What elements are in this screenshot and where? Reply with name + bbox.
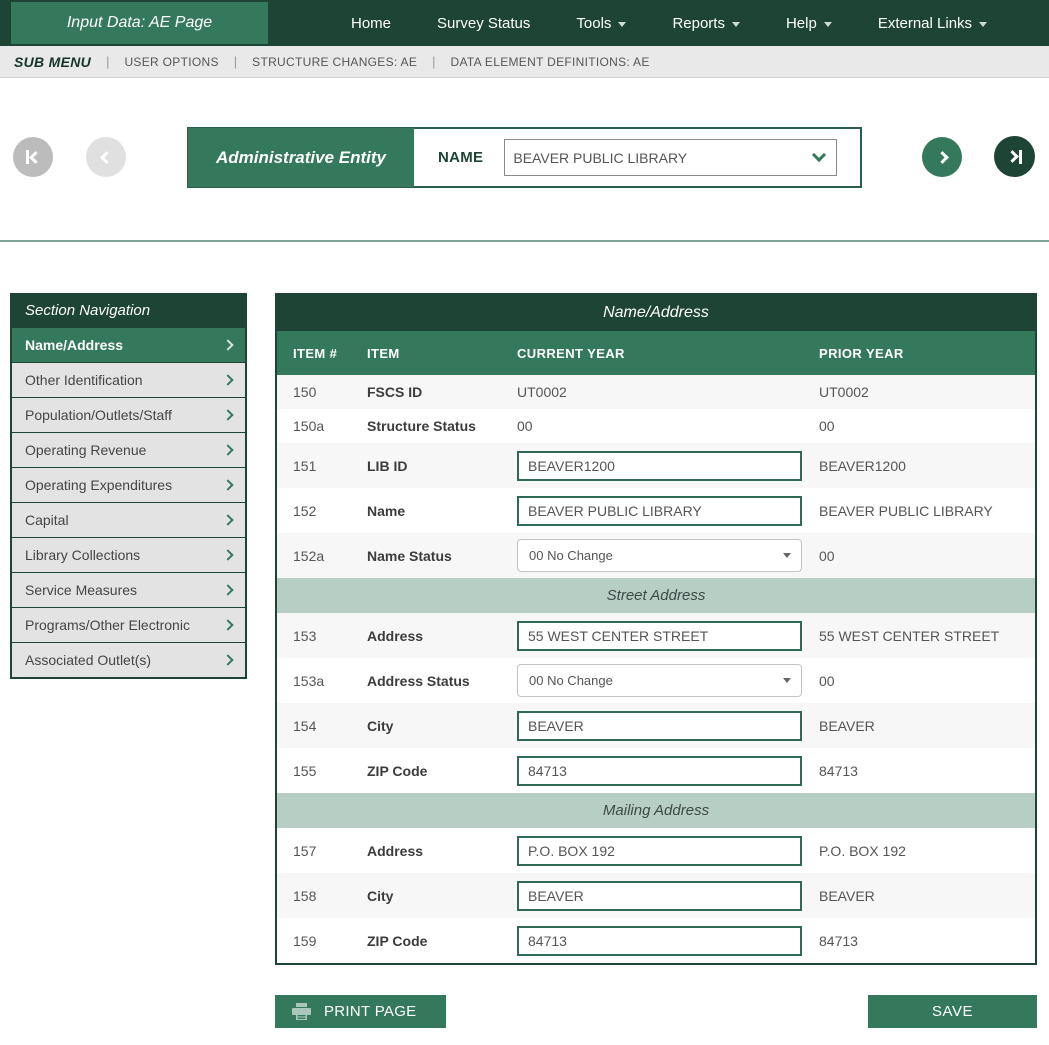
col-item-number: ITEM # [277,346,367,361]
table-row: 154 City BEAVER [277,703,1035,748]
col-current-year: CURRENT YEAR [517,346,819,361]
table-row: 150a Structure Status 00 00 [277,409,1035,443]
mailing-address-section-header: Mailing Address [277,793,1035,828]
chevron-right-icon [222,479,233,490]
printer-icon [292,1003,311,1020]
chevron-down-icon [783,678,791,683]
table-row: 159 ZIP Code 84713 [277,918,1035,963]
submenu-item-user-options[interactable]: USER OPTIONS [124,55,218,69]
next-record-button[interactable] [922,137,962,177]
separator: | [106,54,109,69]
previous-record-button[interactable] [86,137,126,177]
sidebar-item-operating-expenditures[interactable]: Operating Expenditures [12,467,245,502]
chevron-right-icon [222,549,233,560]
sidebar-item-other-identification[interactable]: Other Identification [12,362,245,397]
col-prior-year: PRIOR YEAR [819,346,1035,361]
sidebar-item-population-outlets-staff[interactable]: Population/Outlets/Staff [12,397,245,432]
separator: | [432,54,435,69]
footer-actions: PRINT PAGE SAVE [275,995,1037,1028]
mailing-city-input[interactable] [517,881,802,911]
table-row: 152a Name Status 00 No Change 00 [277,533,1035,578]
first-record-button[interactable] [13,137,53,177]
col-item: ITEM [367,346,517,361]
street-zip-input[interactable] [517,756,802,786]
section-navigation: Section Navigation Name/Address Other Id… [10,293,247,679]
chevron-right-icon [222,339,233,350]
sidebar-item-capital[interactable]: Capital [12,502,245,537]
menu-item-external-links[interactable]: External Links [855,0,1010,46]
table-row: 150 FSCS ID UT0002 UT0002 [277,375,1035,409]
sidebar-item-library-collections[interactable]: Library Collections [12,537,245,572]
last-record-button[interactable] [994,136,1035,177]
street-address-input[interactable] [517,621,802,651]
page-title: Input Data: AE Page [11,2,268,44]
table-title: Name/Address [277,295,1035,331]
name-label: NAME [438,149,483,166]
name-address-table: Name/Address ITEM # ITEM CURRENT YEAR PR… [275,293,1037,965]
table-row: 153a Address Status 00 No Change 00 [277,658,1035,703]
top-nav-bar: Input Data: AE Page Home Survey Status T… [0,0,1049,46]
sidebar-item-programs-other-electronic[interactable]: Programs/Other Electronic [12,607,245,642]
table-row: 155 ZIP Code 84713 [277,748,1035,793]
submenu-item-data-element-definitions[interactable]: DATA ELEMENT DEFINITIONS: AE [451,55,650,69]
section-navigation-title: Section Navigation [11,293,246,327]
sub-menu-bar: SUB MENU | USER OPTIONS | STRUCTURE CHAN… [0,46,1049,78]
menu-item-reports[interactable]: Reports [649,0,763,46]
chevron-right-icon [222,444,233,455]
content-area: Section Navigation Name/Address Other Id… [0,293,1049,965]
sidebar-item-associated-outlets[interactable]: Associated Outlet(s) [12,642,245,677]
chevron-right-icon [222,514,233,525]
entity-type-label: Administrative Entity [188,128,414,187]
chevron-right-icon [936,151,949,164]
chevron-down-icon [783,553,791,558]
chevron-right-icon [222,584,233,595]
table-row: 153 Address 55 WEST CENTER STREET [277,613,1035,658]
name-status-select[interactable]: 00 No Change [517,539,802,572]
menu-item-tools[interactable]: Tools [553,0,649,46]
chevron-down-icon [618,22,626,27]
chevron-right-icon [222,374,233,385]
last-record-icon [1006,150,1019,163]
save-button[interactable]: SAVE [868,995,1037,1028]
address-status-select[interactable]: 00 No Change [517,664,802,697]
chevron-down-icon [824,22,832,27]
chevron-down-icon [979,22,987,27]
record-navigator: Administrative Entity NAME BEAVER PUBLIC… [0,78,1049,240]
menu-item-home[interactable]: Home [328,0,414,46]
main-menu: Home Survey Status Tools Reports Help Ex… [328,0,1010,46]
sidebar-item-operating-revenue[interactable]: Operating Revenue [12,432,245,467]
table-row: 152 Name BEAVER PUBLIC LIBRARY [277,488,1035,533]
street-city-input[interactable] [517,711,802,741]
name-input[interactable] [517,496,802,526]
menu-item-survey-status[interactable]: Survey Status [414,0,553,46]
table-row: 157 Address P.O. BOX 192 [277,828,1035,873]
submenu-item-structure-changes[interactable]: STRUCTURE CHANGES: AE [252,55,417,69]
mailing-address-input[interactable] [517,836,802,866]
lib-id-input[interactable] [517,451,802,481]
entity-header: Administrative Entity NAME BEAVER PUBLIC… [187,127,862,188]
sidebar-item-name-address[interactable]: Name/Address [12,327,245,362]
table-column-header: ITEM # ITEM CURRENT YEAR PRIOR YEAR [277,331,1035,375]
table-row: 158 City BEAVER [277,873,1035,918]
chevron-right-icon [222,409,233,420]
section-divider [0,240,1049,242]
chevron-left-icon [100,151,113,164]
separator: | [234,54,237,69]
chevron-down-icon [812,148,826,162]
chevron-right-icon [222,654,233,665]
mailing-zip-input[interactable] [517,926,802,956]
print-page-button[interactable]: PRINT PAGE [275,995,446,1028]
table-row: 151 LIB ID BEAVER1200 [277,443,1035,488]
chevron-down-icon [732,22,740,27]
menu-item-help[interactable]: Help [763,0,855,46]
chevron-right-icon [222,619,233,630]
street-address-section-header: Street Address [277,578,1035,613]
submenu-title: SUB MENU [14,54,91,70]
entity-name-value: BEAVER PUBLIC LIBRARY [513,150,814,166]
sidebar-item-service-measures[interactable]: Service Measures [12,572,245,607]
entity-name-select[interactable]: BEAVER PUBLIC LIBRARY [504,139,837,176]
